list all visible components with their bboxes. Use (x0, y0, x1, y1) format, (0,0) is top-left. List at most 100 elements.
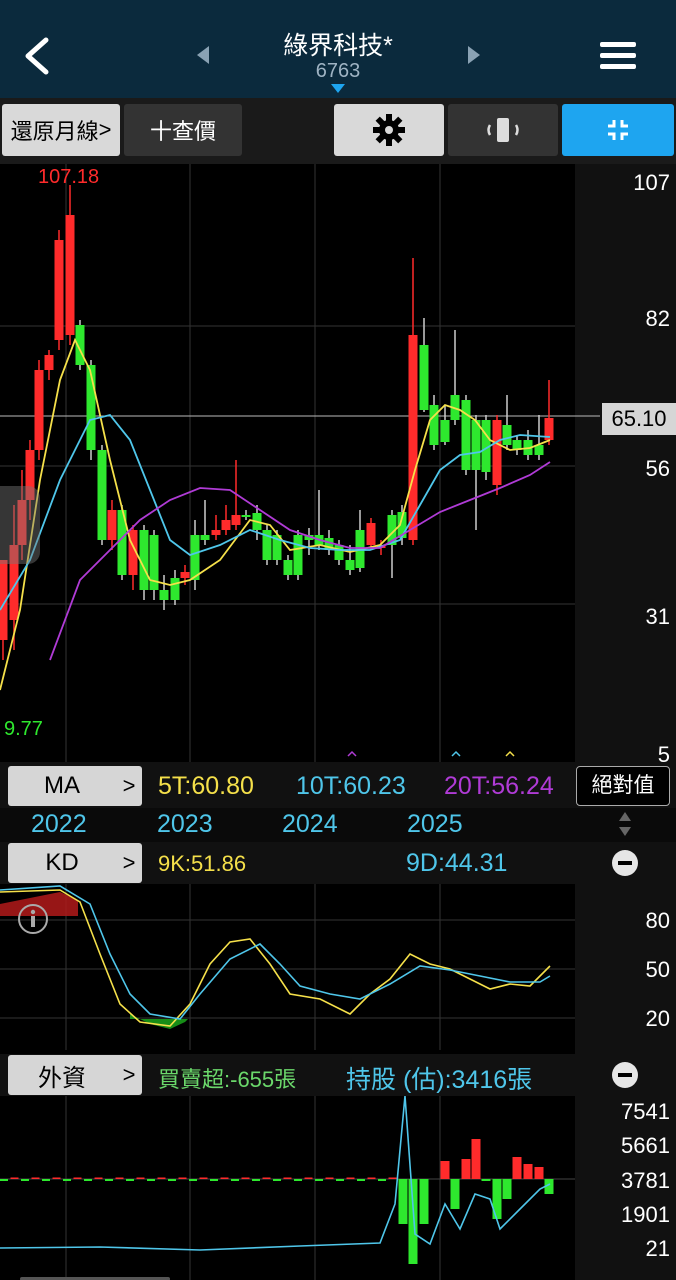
foreign-bar (94, 1177, 103, 1179)
ma-button-label: MA (44, 772, 80, 799)
foreign-bar (471, 1139, 481, 1179)
foreign-bar (220, 1177, 229, 1179)
foreign-bar (357, 1179, 365, 1181)
foreign-tick-1: 7541 (621, 1099, 670, 1124)
foreign-bar (42, 1179, 50, 1181)
foreign-bar (63, 1179, 71, 1181)
candle-body (440, 420, 450, 442)
candle-body (293, 535, 303, 575)
resize-handle-icon[interactable] (617, 810, 633, 838)
candle-body (502, 425, 512, 445)
foreign-bar (241, 1177, 250, 1179)
year-label-2024: 2024 (282, 810, 338, 838)
signal-marker (451, 750, 461, 757)
stock-code: 6763 (315, 60, 361, 82)
candle-body (107, 510, 117, 540)
settings-button[interactable] (334, 104, 444, 156)
price-tick-1: 107 (633, 170, 670, 195)
high-price-label: 107.18 (38, 166, 100, 188)
stock-chart-area[interactable] (0, 164, 676, 1280)
chevron-right-icon: > (122, 1062, 136, 1087)
candle-body (241, 515, 251, 517)
foreign-bar (21, 1179, 29, 1181)
signal-marker (347, 750, 357, 757)
foreign-bar (178, 1177, 187, 1179)
foreign-bar (115, 1177, 124, 1179)
foreign-bar (378, 1179, 386, 1181)
signal-marker (505, 750, 515, 757)
candle-body (180, 572, 190, 578)
candle-body (419, 345, 429, 410)
foreign-bar (534, 1167, 544, 1179)
info-icon[interactable] (16, 902, 50, 936)
candle-body (159, 590, 169, 600)
candle-body (200, 535, 210, 540)
foreign-bar (523, 1164, 533, 1179)
d-value: 9D:44.31 (406, 849, 508, 877)
price-tick-3: 56 (645, 456, 670, 481)
year-label-2023: 2023 (157, 810, 213, 838)
foreign-bar (126, 1179, 134, 1181)
fullscreen-icon (608, 120, 628, 140)
foreign-bar (189, 1179, 197, 1181)
foreign-bar (388, 1177, 397, 1179)
foreign-bar (252, 1179, 260, 1181)
foreign-bar (512, 1157, 522, 1179)
side-drawer-handle[interactable] (0, 486, 40, 564)
stock-title: 綠界科技* (283, 32, 393, 60)
next-stock-icon[interactable] (468, 46, 480, 64)
fullscreen-button[interactable] (562, 104, 674, 156)
absolute-value-button[interactable]: 絕對值 (576, 766, 670, 806)
price-tick-4: 31 (645, 604, 670, 629)
foreign-bar (136, 1177, 145, 1179)
foreign-bar (199, 1177, 208, 1179)
ma-selector-button[interactable]: MA > (8, 766, 142, 806)
foreign-bar (210, 1179, 218, 1181)
collapse-kd-button[interactable] (612, 850, 638, 876)
foreign-bar (367, 1177, 376, 1179)
dropdown-indicator-icon[interactable] (331, 84, 345, 94)
k-value: 9K:51.86 (158, 851, 247, 876)
foreign-bar (408, 1179, 418, 1264)
foreign-bar (398, 1179, 408, 1224)
restore-monthly-button[interactable]: 還原月線 > (2, 104, 120, 156)
foreign-tick-4: 1901 (621, 1202, 670, 1227)
kd-selector-button[interactable]: KD > (8, 843, 142, 883)
candle-body (334, 545, 344, 560)
candle-body (231, 515, 241, 525)
d-line (0, 885, 551, 1020)
foreign-bar (157, 1177, 166, 1179)
foreign-bar (502, 1179, 512, 1199)
foreign-bar (283, 1177, 292, 1179)
rotate-screen-button[interactable] (448, 104, 558, 156)
foreign-tick-3: 3781 (621, 1168, 670, 1193)
foreign-selector-button[interactable]: 外資 > (8, 1055, 142, 1095)
ma10-value: 10T:60.23 (296, 772, 406, 800)
foreign-bar (450, 1179, 460, 1209)
foreign-bar (294, 1179, 302, 1181)
candle-body (429, 405, 439, 445)
candle-body (190, 535, 200, 580)
collapse-foreign-button[interactable] (612, 1062, 638, 1088)
foreign-bar (440, 1161, 450, 1179)
kd-button-label: KD (45, 849, 79, 876)
gear-icon (373, 114, 405, 146)
holding-value: 持股 (估):3416張 (346, 1066, 533, 1094)
candle-body (408, 335, 418, 540)
foreign-bar (336, 1179, 344, 1181)
year-label-2022: 2022 (31, 810, 87, 838)
menu-icon[interactable] (600, 40, 636, 72)
restore-arrow: > (98, 117, 112, 142)
candle-body (34, 370, 44, 450)
kd-tick-80: 80 (645, 908, 670, 933)
crosshair-query-button[interactable]: 十查價 (124, 104, 242, 156)
ma20-value: 20T:56.24 (444, 772, 554, 800)
foreign-bar (231, 1179, 239, 1181)
foreign-button-label: 外資 (38, 1064, 86, 1092)
foreign-bar (84, 1179, 92, 1181)
candle-body (170, 578, 180, 600)
foreign-bar (105, 1179, 113, 1181)
candle-body (44, 355, 54, 370)
kd-tick-20: 20 (645, 1006, 670, 1031)
candle-body (283, 560, 293, 575)
